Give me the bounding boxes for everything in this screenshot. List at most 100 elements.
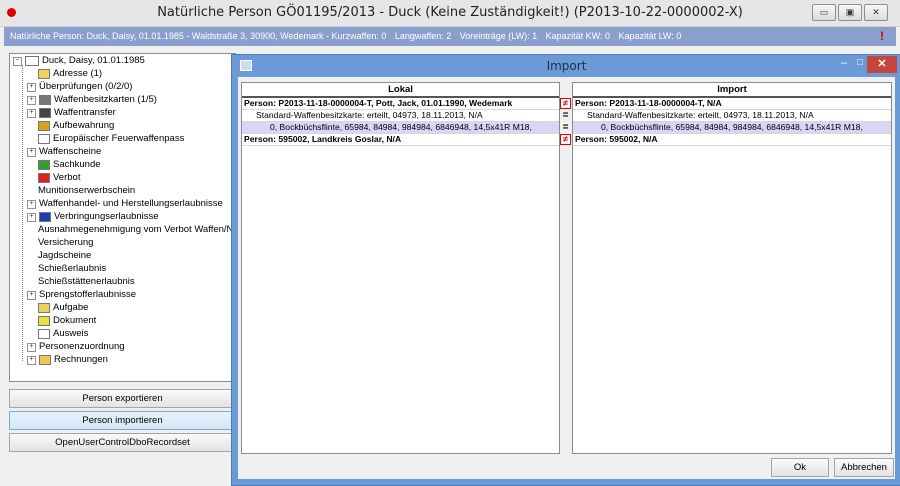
- import-row[interactable]: Person: P2013-11-18-0000004-T, N/A: [573, 98, 891, 110]
- local-row[interactable]: Person: 595002, Landkreis Goslar, N/A: [242, 134, 559, 146]
- import-row[interactable]: Person: 595002, N/A: [573, 134, 891, 146]
- minimize-button[interactable]: ▭: [812, 4, 836, 21]
- tree-item[interactable]: Dokument: [38, 315, 96, 327]
- expand-icon[interactable]: +: [27, 290, 36, 300]
- tree-item[interactable]: + Verbringungserlaubnisse: [27, 211, 159, 223]
- tree-item-label: Ausnahmegenehmigung vom Verbot Waffen/N: [38, 224, 234, 235]
- expand-icon[interactable]: +: [27, 95, 36, 105]
- tree-item[interactable]: + Überprüfungen (0/2/0): [27, 81, 132, 93]
- tree-item[interactable]: Ausweis: [38, 328, 88, 340]
- tree-item[interactable]: Schießstättenerlaubnis: [38, 276, 135, 288]
- main-title-bar: Natürliche Person GÖ01195/2013 - Duck (K…: [0, 0, 900, 27]
- pistol-icon: [39, 95, 51, 105]
- expand-icon[interactable]: +: [27, 199, 36, 209]
- open-recordset-button[interactable]: OpenUserControlDboRecordset: [9, 433, 236, 452]
- tree-item[interactable]: + Personenzuordnung: [27, 341, 125, 353]
- tree-item-label: Aufbewahrung: [53, 120, 115, 131]
- info-person: Natürliche Person: Duck, Daisy, 01.01.19…: [10, 31, 387, 41]
- tree-item[interactable]: + Sprengstofferlaubnisse: [27, 289, 136, 301]
- import-row[interactable]: Standard-Waffenbesitzkarte: erteilt, 049…: [573, 110, 891, 122]
- tree-item-label: Schießerlaubnis: [38, 263, 107, 274]
- tree-item[interactable]: Schießerlaubnis: [38, 263, 106, 275]
- tree-item-label: Europäischer Feuerwaffenpass: [53, 133, 185, 144]
- dialog-title-bar[interactable]: Import – □ ✕: [232, 55, 900, 76]
- expand-icon[interactable]: +: [27, 82, 36, 92]
- info-voreintraege: Voreinträge (LW): 1: [459, 31, 538, 41]
- tree-item-label: Jagdscheine: [38, 250, 92, 261]
- tree-item-label: Waffenscheine: [39, 146, 102, 157]
- house-icon: [38, 121, 50, 131]
- tree-item-label: Verbot: [53, 172, 81, 183]
- tree-item-label: Waffenhandel- und Herstellungserlaubniss…: [39, 198, 223, 209]
- dialog-minimize-button[interactable]: –: [836, 57, 852, 73]
- expand-icon[interactable]: +: [27, 212, 36, 222]
- tree-item-label: Aufgabe: [53, 302, 89, 313]
- export-person-button[interactable]: Person exportieren: [9, 389, 236, 408]
- forbidden-icon: [38, 173, 50, 183]
- tree-item[interactable]: Europäischer Feuerwaffenpass: [38, 133, 184, 145]
- not-equal-icon: ≠: [560, 98, 571, 109]
- card-icon: [38, 134, 50, 144]
- dialog-maximize-button[interactable]: □: [852, 57, 868, 73]
- cancel-button[interactable]: Abbrechen: [834, 458, 894, 477]
- not-equal-icon: ≠: [560, 134, 571, 145]
- eu-flag-icon: [39, 212, 51, 222]
- tree-item-label: Adresse (1): [53, 68, 103, 79]
- person-tree[interactable]: − Duck, Daisy, 01.01.1985 Adresse (1) + Üb…: [9, 53, 236, 382]
- tree-item-label: Überprüfungen (0/2/0): [39, 81, 133, 92]
- import-row[interactable]: 0, Bockbüchsflinte, 65984, 84984, 984984…: [573, 122, 891, 134]
- local-row[interactable]: Person: P2013-11-18-0000004-T, Pott, Jac…: [242, 98, 559, 110]
- dialog-title: Import: [546, 59, 587, 73]
- tree-root-label: Duck, Daisy, 01.01.1985: [42, 55, 145, 66]
- tree-item-label: Versicherung: [38, 237, 94, 248]
- folder-icon: [39, 355, 51, 365]
- tree-item-label: Ausweis: [53, 328, 89, 339]
- tree-item[interactable]: + Rechnungen: [27, 354, 108, 366]
- local-header: Lokal: [242, 83, 559, 98]
- local-row[interactable]: 0, Bockbüchsflinte, 65984, 84984, 984984…: [242, 122, 559, 134]
- envelope-icon: [38, 69, 50, 79]
- maximize-button[interactable]: ▣: [838, 4, 862, 21]
- tree-item-label: Sprengstofferlaubnisse: [39, 289, 136, 300]
- expand-icon[interactable]: +: [27, 108, 36, 118]
- dialog-body: Lokal Person: P2013-11-18-0000004-T, Pot…: [238, 77, 895, 479]
- import-person-button[interactable]: Person importieren: [9, 411, 236, 430]
- tree-item-label: Waffenbesitzkarten (1/5): [54, 94, 157, 105]
- window-controls: ▭ ▣ ✕: [812, 4, 888, 21]
- alert-icon[interactable]: !: [880, 27, 884, 46]
- tree-item[interactable]: Ausnahmegenehmigung vom Verbot Waffen/N: [38, 224, 233, 236]
- tree-item[interactable]: Verbot: [38, 172, 80, 184]
- tree-item[interactable]: + Waffenscheine: [27, 146, 101, 158]
- info-kapazitaet-lw: Kapazität LW: 0: [618, 31, 682, 41]
- tree-item[interactable]: Aufbewahrung: [38, 120, 114, 132]
- expand-icon[interactable]: +: [27, 342, 36, 352]
- close-button[interactable]: ✕: [864, 4, 888, 21]
- tree-item[interactable]: Munitionserwerbschein: [38, 185, 135, 197]
- expand-icon[interactable]: +: [27, 147, 36, 157]
- import-header: Import: [573, 83, 891, 98]
- window-title: Natürliche Person GÖ01195/2013 - Duck (K…: [157, 5, 743, 20]
- tree-item-label: Munitionserwerbschein: [38, 185, 136, 196]
- person-info-bar: Natürliche Person: Duck, Daisy, 01.01.19…: [4, 27, 896, 46]
- tree-item[interactable]: Versicherung: [38, 237, 93, 249]
- tree-item[interactable]: + Waffenhandel- und Herstellungserlaubnis…: [27, 198, 223, 210]
- person-card-icon: [25, 56, 39, 66]
- document-icon: [38, 316, 50, 326]
- tree-item[interactable]: + Waffenbesitzkarten (1/5): [27, 94, 157, 106]
- import-pane[interactable]: Import Person: P2013-11-18-0000004-T, N/…: [572, 82, 892, 454]
- ok-button[interactable]: Ok: [771, 458, 829, 477]
- task-icon: [38, 303, 50, 313]
- expand-icon[interactable]: +: [27, 355, 36, 365]
- tree-item[interactable]: + Waffentransfer: [27, 107, 116, 119]
- local-pane[interactable]: Lokal Person: P2013-11-18-0000004-T, Pot…: [241, 82, 560, 454]
- dialog-close-button[interactable]: ✕: [867, 56, 897, 73]
- tree-item[interactable]: Adresse (1): [38, 68, 102, 80]
- tree-item[interactable]: Aufgabe: [38, 302, 88, 314]
- tree-item[interactable]: Jagdscheine: [38, 250, 91, 262]
- local-row[interactable]: Standard-Waffenbesitzkarte: erteilt, 049…: [242, 110, 559, 122]
- tree-item-label: Rechnungen: [54, 354, 108, 365]
- tree-item[interactable]: Sachkunde: [38, 159, 101, 171]
- transfer-icon: [39, 108, 51, 118]
- tree-root[interactable]: − Duck, Daisy, 01.01.1985: [13, 55, 145, 67]
- collapse-icon[interactable]: −: [13, 56, 22, 66]
